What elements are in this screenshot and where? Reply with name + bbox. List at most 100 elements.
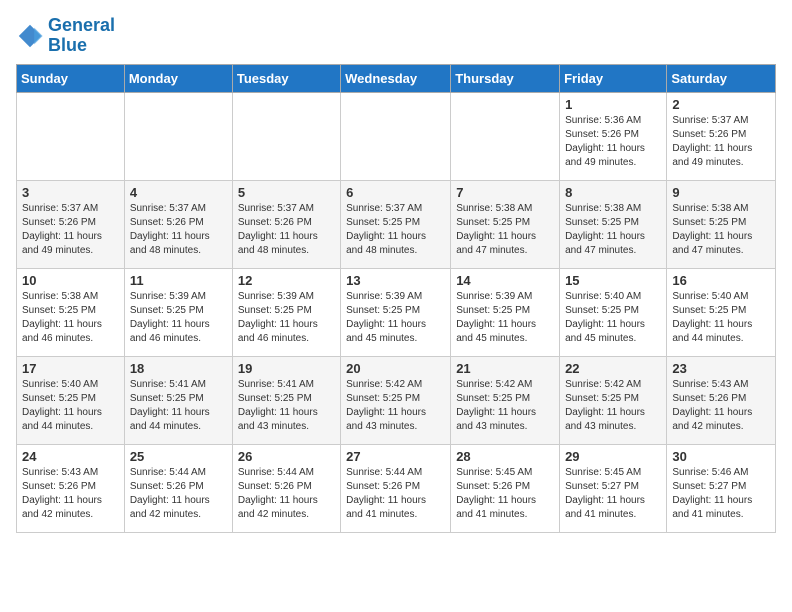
col-header-friday: Friday: [560, 64, 667, 92]
calendar-cell: 9 Sunrise: 5:38 AM Sunset: 5:25 PM Daylig…: [667, 180, 776, 268]
cell-info: Sunrise: 5:36 AM Sunset: 5:26 PM Dayligh…: [565, 114, 661, 170]
col-header-wednesday: Wednesday: [341, 64, 451, 92]
day-number: 4: [130, 185, 227, 200]
cell-info: Sunrise: 5:37 AM Sunset: 5:26 PM Dayligh…: [672, 114, 770, 170]
cell-info: Sunrise: 5:37 AM Sunset: 5:25 PM Dayligh…: [346, 202, 445, 258]
day-number: 29: [565, 449, 661, 464]
cell-info: Sunrise: 5:39 AM Sunset: 5:25 PM Dayligh…: [130, 290, 227, 346]
day-number: 17: [22, 361, 119, 376]
cell-info: Sunrise: 5:40 AM Sunset: 5:25 PM Dayligh…: [672, 290, 770, 346]
calendar-cell: 10 Sunrise: 5:38 AM Sunset: 5:25 PM Dayli…: [17, 268, 125, 356]
logo-icon: [16, 22, 44, 50]
calendar-cell: 4 Sunrise: 5:37 AM Sunset: 5:26 PM Daylig…: [124, 180, 232, 268]
day-number: 19: [238, 361, 335, 376]
calendar-cell: 23 Sunrise: 5:43 AM Sunset: 5:26 PM Dayli…: [667, 356, 776, 444]
calendar-cell: 22 Sunrise: 5:42 AM Sunset: 5:25 PM Dayli…: [560, 356, 667, 444]
calendar-cell: 17 Sunrise: 5:40 AM Sunset: 5:25 PM Dayli…: [17, 356, 125, 444]
day-number: 23: [672, 361, 770, 376]
cell-info: Sunrise: 5:39 AM Sunset: 5:25 PM Dayligh…: [346, 290, 445, 346]
calendar-cell: 16 Sunrise: 5:40 AM Sunset: 5:25 PM Dayli…: [667, 268, 776, 356]
day-number: 18: [130, 361, 227, 376]
day-number: 5: [238, 185, 335, 200]
calendar-cell: 5 Sunrise: 5:37 AM Sunset: 5:26 PM Daylig…: [232, 180, 340, 268]
calendar-cell: 15 Sunrise: 5:40 AM Sunset: 5:25 PM Dayli…: [560, 268, 667, 356]
cell-info: Sunrise: 5:45 AM Sunset: 5:26 PM Dayligh…: [456, 466, 554, 522]
day-number: 26: [238, 449, 335, 464]
col-header-sunday: Sunday: [17, 64, 125, 92]
cell-info: Sunrise: 5:43 AM Sunset: 5:26 PM Dayligh…: [22, 466, 119, 522]
day-number: 8: [565, 185, 661, 200]
calendar-table: SundayMondayTuesdayWednesdayThursdayFrid…: [16, 64, 776, 533]
col-header-monday: Monday: [124, 64, 232, 92]
day-number: 24: [22, 449, 119, 464]
cell-info: Sunrise: 5:44 AM Sunset: 5:26 PM Dayligh…: [130, 466, 227, 522]
cell-info: Sunrise: 5:40 AM Sunset: 5:25 PM Dayligh…: [565, 290, 661, 346]
day-number: 11: [130, 273, 227, 288]
calendar-cell: 1 Sunrise: 5:36 AM Sunset: 5:26 PM Daylig…: [560, 92, 667, 180]
cell-info: Sunrise: 5:37 AM Sunset: 5:26 PM Dayligh…: [238, 202, 335, 258]
day-number: 22: [565, 361, 661, 376]
day-number: 7: [456, 185, 554, 200]
day-number: 28: [456, 449, 554, 464]
calendar-cell: 6 Sunrise: 5:37 AM Sunset: 5:25 PM Daylig…: [341, 180, 451, 268]
cell-info: Sunrise: 5:37 AM Sunset: 5:26 PM Dayligh…: [22, 202, 119, 258]
calendar-cell: 30Sunrise: 5:46 AM Sunset: 5:27 PM Dayli…: [667, 444, 776, 532]
calendar-cell: 2Sunrise: 5:37 AM Sunset: 5:26 PM Daylig…: [667, 92, 776, 180]
week-row-5: 24 Sunrise: 5:43 AM Sunset: 5:26 PM Dayli…: [17, 444, 776, 532]
calendar-cell: 25 Sunrise: 5:44 AM Sunset: 5:26 PM Dayli…: [124, 444, 232, 532]
cell-info: Sunrise: 5:42 AM Sunset: 5:25 PM Dayligh…: [346, 378, 445, 434]
calendar-cell: 18 Sunrise: 5:41 AM Sunset: 5:25 PM Dayli…: [124, 356, 232, 444]
cell-info: Sunrise: 5:38 AM Sunset: 5:25 PM Dayligh…: [565, 202, 661, 258]
cell-info: Sunrise: 5:38 AM Sunset: 5:25 PM Dayligh…: [672, 202, 770, 258]
calendar-cell: 13 Sunrise: 5:39 AM Sunset: 5:25 PM Dayli…: [341, 268, 451, 356]
calendar-cell: [232, 92, 340, 180]
day-number: 9: [672, 185, 770, 200]
day-number: 16: [672, 273, 770, 288]
day-number: 25: [130, 449, 227, 464]
calendar-cell: 20 Sunrise: 5:42 AM Sunset: 5:25 PM Dayli…: [341, 356, 451, 444]
col-header-tuesday: Tuesday: [232, 64, 340, 92]
calendar-cell: 24 Sunrise: 5:43 AM Sunset: 5:26 PM Dayli…: [17, 444, 125, 532]
day-number: 13: [346, 273, 445, 288]
calendar-cell: 7Sunrise: 5:38 AM Sunset: 5:25 PM Daylig…: [451, 180, 560, 268]
calendar-cell: [341, 92, 451, 180]
day-number: 21: [456, 361, 554, 376]
calendar-cell: 14 Sunrise: 5:39 AM Sunset: 5:25 PM Dayli…: [451, 268, 560, 356]
calendar-cell: 19 Sunrise: 5:41 AM Sunset: 5:25 PM Dayli…: [232, 356, 340, 444]
cell-info: Sunrise: 5:37 AM Sunset: 5:26 PM Dayligh…: [130, 202, 227, 258]
day-number: 30: [672, 449, 770, 464]
cell-info: Sunrise: 5:40 AM Sunset: 5:25 PM Dayligh…: [22, 378, 119, 434]
calendar-cell: [451, 92, 560, 180]
header-row: SundayMondayTuesdayWednesdayThursdayFrid…: [17, 64, 776, 92]
calendar-cell: 21 Sunrise: 5:42 AM Sunset: 5:25 PM Dayli…: [451, 356, 560, 444]
cell-info: Sunrise: 5:38 AM Sunset: 5:25 PM Dayligh…: [22, 290, 119, 346]
week-row-1: 1 Sunrise: 5:36 AM Sunset: 5:26 PM Daylig…: [17, 92, 776, 180]
calendar-cell: 28 Sunrise: 5:45 AM Sunset: 5:26 PM Dayli…: [451, 444, 560, 532]
calendar-cell: [17, 92, 125, 180]
week-row-4: 17 Sunrise: 5:40 AM Sunset: 5:25 PM Dayli…: [17, 356, 776, 444]
week-row-2: 3Sunrise: 5:37 AM Sunset: 5:26 PM Daylig…: [17, 180, 776, 268]
cell-info: Sunrise: 5:42 AM Sunset: 5:25 PM Dayligh…: [456, 378, 554, 434]
calendar-cell: 12Sunrise: 5:39 AM Sunset: 5:25 PM Dayli…: [232, 268, 340, 356]
cell-info: Sunrise: 5:42 AM Sunset: 5:25 PM Dayligh…: [565, 378, 661, 434]
day-number: 6: [346, 185, 445, 200]
day-number: 12: [238, 273, 335, 288]
cell-info: Sunrise: 5:41 AM Sunset: 5:25 PM Dayligh…: [130, 378, 227, 434]
day-number: 10: [22, 273, 119, 288]
day-number: 27: [346, 449, 445, 464]
day-number: 15: [565, 273, 661, 288]
day-number: 1: [565, 97, 661, 112]
calendar-cell: 27Sunrise: 5:44 AM Sunset: 5:26 PM Dayli…: [341, 444, 451, 532]
cell-info: Sunrise: 5:39 AM Sunset: 5:25 PM Dayligh…: [456, 290, 554, 346]
page-header: General Blue: [16, 16, 776, 56]
logo: General Blue: [16, 16, 115, 56]
week-row-3: 10 Sunrise: 5:38 AM Sunset: 5:25 PM Dayli…: [17, 268, 776, 356]
calendar-cell: [124, 92, 232, 180]
calendar-cell: 8 Sunrise: 5:38 AM Sunset: 5:25 PM Daylig…: [560, 180, 667, 268]
day-number: 20: [346, 361, 445, 376]
calendar-cell: 11 Sunrise: 5:39 AM Sunset: 5:25 PM Dayli…: [124, 268, 232, 356]
cell-info: Sunrise: 5:43 AM Sunset: 5:26 PM Dayligh…: [672, 378, 770, 434]
day-number: 14: [456, 273, 554, 288]
cell-info: Sunrise: 5:41 AM Sunset: 5:25 PM Dayligh…: [238, 378, 335, 434]
calendar-cell: 26Sunrise: 5:44 AM Sunset: 5:26 PM Dayli…: [232, 444, 340, 532]
